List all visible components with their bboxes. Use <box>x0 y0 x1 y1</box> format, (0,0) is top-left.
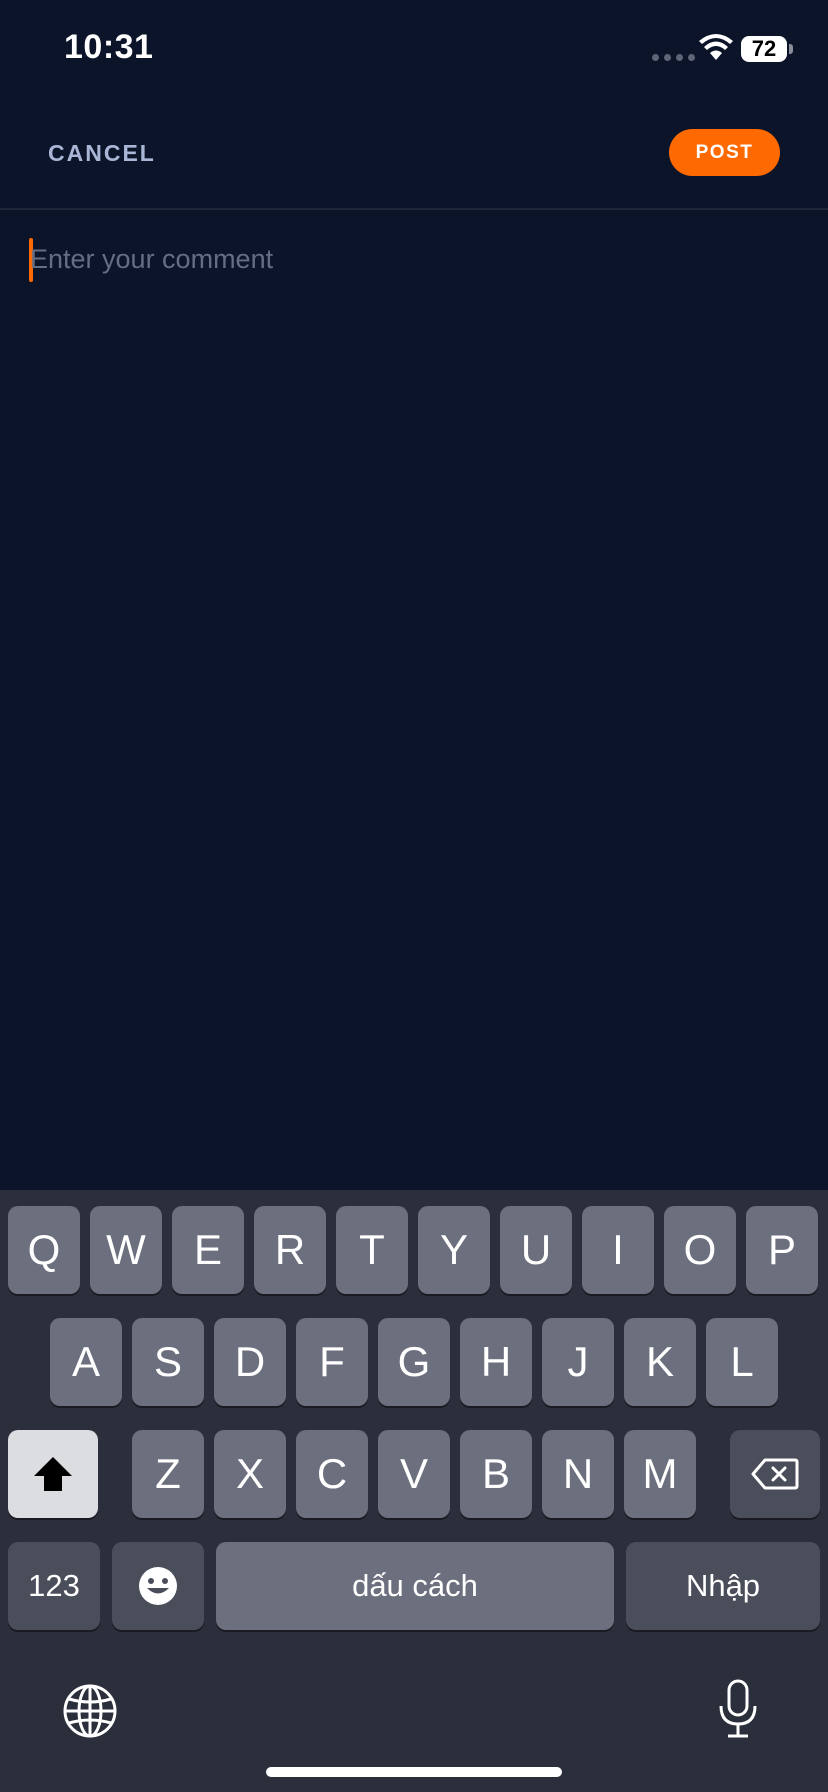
return-key[interactable]: Nhập <box>626 1542 820 1630</box>
key-i[interactable]: I <box>582 1206 654 1294</box>
wifi-icon <box>699 34 733 60</box>
key-e[interactable]: E <box>172 1206 244 1294</box>
key-d[interactable]: D <box>214 1318 286 1406</box>
key-c[interactable]: C <box>296 1430 368 1518</box>
key-a[interactable]: A <box>50 1318 122 1406</box>
key-t[interactable]: T <box>336 1206 408 1294</box>
emoji-icon <box>139 1567 177 1605</box>
keyboard: Q W E R T Y U I O P A S D F G H J K L Z … <box>0 1190 828 1792</box>
post-button[interactable]: POST <box>669 129 780 176</box>
key-b[interactable]: B <box>460 1430 532 1518</box>
return-key-label: Nhập <box>685 1568 761 1603</box>
key-y[interactable]: Y <box>418 1206 490 1294</box>
emoji-key[interactable] <box>112 1542 204 1630</box>
battery-nub <box>789 44 793 54</box>
key-z[interactable]: Z <box>132 1430 204 1518</box>
home-indicator[interactable] <box>266 1767 562 1777</box>
key-n[interactable]: N <box>542 1430 614 1518</box>
key-r[interactable]: R <box>254 1206 326 1294</box>
key-w[interactable]: W <box>90 1206 162 1294</box>
key-k[interactable]: K <box>624 1318 696 1406</box>
cellular-signal-icon <box>652 54 695 61</box>
key-l[interactable]: L <box>706 1318 778 1406</box>
key-s[interactable]: S <box>132 1318 204 1406</box>
key-v[interactable]: V <box>378 1430 450 1518</box>
key-g[interactable]: G <box>378 1318 450 1406</box>
backspace-icon <box>751 1458 799 1490</box>
cancel-button[interactable]: CANCEL <box>48 140 156 167</box>
key-p[interactable]: P <box>746 1206 818 1294</box>
key-h[interactable]: H <box>460 1318 532 1406</box>
status-time: 10:31 <box>64 28 154 66</box>
top-nav: CANCEL POST <box>0 100 828 210</box>
key-j[interactable]: J <box>542 1318 614 1406</box>
key-x[interactable]: X <box>214 1430 286 1518</box>
shift-key[interactable] <box>8 1430 98 1518</box>
comment-input[interactable]: Enter your comment <box>0 210 828 1190</box>
globe-icon[interactable] <box>62 1683 118 1739</box>
shift-icon <box>34 1457 72 1491</box>
key-u[interactable]: U <box>500 1206 572 1294</box>
battery-icon: 72 <box>741 36 787 62</box>
space-key[interactable]: dấu cách <box>216 1542 614 1630</box>
key-f[interactable]: F <box>296 1318 368 1406</box>
key-q[interactable]: Q <box>8 1206 80 1294</box>
key-m[interactable]: M <box>624 1430 696 1518</box>
backspace-key[interactable] <box>730 1430 820 1518</box>
microphone-icon[interactable] <box>716 1678 760 1740</box>
status-bar: 10:31 72 <box>0 0 828 100</box>
comment-placeholder: Enter your comment <box>30 244 274 274</box>
numbers-key[interactable]: 123 <box>8 1542 100 1630</box>
space-key-label: dấu cách <box>352 1568 478 1603</box>
numbers-key-label: 123 <box>28 1568 80 1603</box>
key-o[interactable]: O <box>664 1206 736 1294</box>
